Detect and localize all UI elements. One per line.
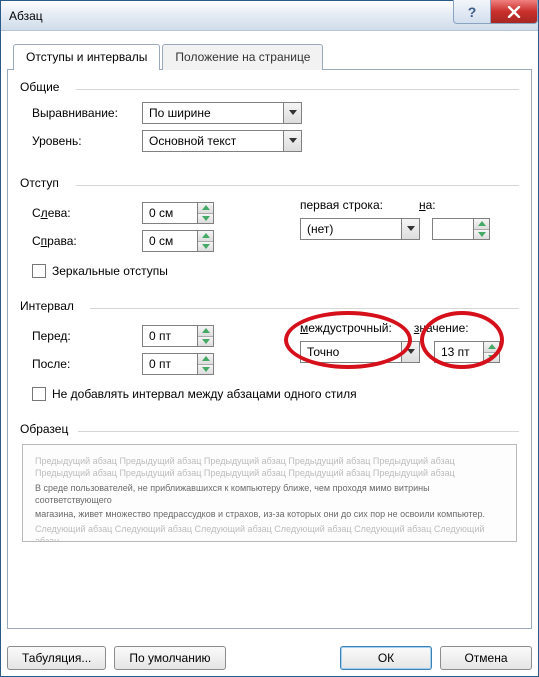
firstline-value: (нет) [301, 219, 401, 239]
spin-down-icon[interactable] [198, 214, 213, 224]
chevron-down-icon [401, 219, 419, 239]
checkbox-icon [32, 264, 46, 278]
spin-up-icon[interactable] [474, 219, 489, 230]
after-spin[interactable]: 0 пт [142, 353, 214, 375]
chevron-down-icon [401, 342, 419, 362]
linespacing-label: междустрочный: [300, 321, 392, 335]
firstline-value-spin[interactable] [432, 218, 490, 240]
titlebar: Абзац ? [1, 1, 538, 31]
spin-down-icon[interactable] [198, 242, 213, 252]
cancel-button[interactable]: Отмена [440, 646, 532, 670]
linespacing-value-spin[interactable]: 13 пт [434, 341, 500, 363]
linespacing-amount: 13 пт [435, 342, 483, 362]
firstline-label: первая строка: [300, 198, 383, 212]
alignment-label: Выравнивание: [32, 106, 142, 120]
chevron-down-icon [283, 103, 301, 123]
indent-right-spin[interactable]: 0 см [142, 230, 214, 252]
before-value: 0 пт [143, 326, 197, 346]
group-general: Общие [20, 80, 519, 94]
on-label: на: [419, 198, 436, 212]
group-spacing: Интервал [20, 299, 519, 313]
before-label: Перед: [32, 329, 142, 343]
spin-up-icon[interactable] [198, 326, 213, 337]
tab-indents-spacing[interactable]: Отступы и интервалы [13, 44, 160, 70]
group-indent-label: Отступ [20, 176, 59, 190]
checkbox-icon [32, 387, 46, 401]
linespacing-combo[interactable]: Точно [300, 341, 420, 363]
group-indent: Отступ [20, 176, 519, 190]
window-title: Абзац [1, 9, 43, 23]
nospace-label: Не добавлять интервал между абзацами одн… [52, 387, 357, 401]
alignment-value: По ширине [143, 103, 283, 123]
indent-left-value: 0 см [143, 203, 197, 223]
spin-down-icon[interactable] [198, 365, 213, 375]
level-combo[interactable]: Основной текст [142, 130, 302, 152]
linespacing-value: Точно [301, 342, 401, 362]
level-label: Уровень: [32, 134, 142, 148]
spin-down-icon[interactable] [198, 337, 213, 347]
spin-up-icon[interactable] [198, 203, 213, 214]
spin-up-icon[interactable] [198, 231, 213, 242]
tab-page-position[interactable]: Положение на странице [162, 44, 323, 70]
before-spin[interactable]: 0 пт [142, 325, 214, 347]
spin-down-icon[interactable] [484, 353, 499, 363]
after-value: 0 пт [143, 354, 197, 374]
footer: Табуляция... По умолчанию ОК Отмена [7, 646, 532, 670]
indent-right-value: 0 см [143, 231, 197, 251]
spin-up-icon[interactable] [484, 342, 499, 353]
help-button[interactable]: ? [453, 0, 491, 24]
value-label: значение: [414, 321, 469, 335]
chevron-down-icon [283, 131, 301, 151]
group-general-label: Общие [20, 80, 59, 94]
firstline-on-value [433, 219, 473, 239]
client-area: Отступы и интервалы Положение на страниц… [1, 31, 538, 676]
group-preview: Образец [20, 422, 519, 436]
alignment-combo[interactable]: По ширине [142, 102, 302, 124]
indent-left-label: Слева: [32, 206, 142, 220]
group-spacing-label: Интервал [20, 299, 74, 313]
paragraph-dialog: Абзац ? Отступы и интервалы Положение на… [0, 0, 539, 677]
tabs-button[interactable]: Табуляция... [7, 646, 106, 670]
tab-panel: Общие Выравнивание: По ширине Уровень: О… [7, 69, 532, 629]
firstline-combo[interactable]: (нет) [300, 218, 420, 240]
indent-left-spin[interactable]: 0 см [142, 202, 214, 224]
close-button[interactable] [490, 0, 538, 24]
after-label: После: [32, 357, 142, 371]
preview-box: Предыдущий абзац Предыдущий абзац Предыд… [22, 444, 517, 542]
tab-strip: Отступы и интервалы Положение на страниц… [13, 43, 532, 69]
level-value: Основной текст [143, 131, 283, 151]
mirror-indents-label: Зеркальные отступы [52, 264, 168, 278]
spin-up-icon[interactable] [198, 354, 213, 365]
ok-button[interactable]: ОК [340, 646, 432, 670]
indent-right-label: Справа: [32, 234, 142, 248]
nospace-check[interactable]: Не добавлять интервал между абзацами одн… [32, 387, 357, 401]
spin-down-icon[interactable] [474, 230, 489, 240]
mirror-indents-check[interactable]: Зеркальные отступы [32, 264, 168, 278]
default-button[interactable]: По умолчанию [114, 646, 225, 670]
group-preview-label: Образец [20, 422, 68, 436]
